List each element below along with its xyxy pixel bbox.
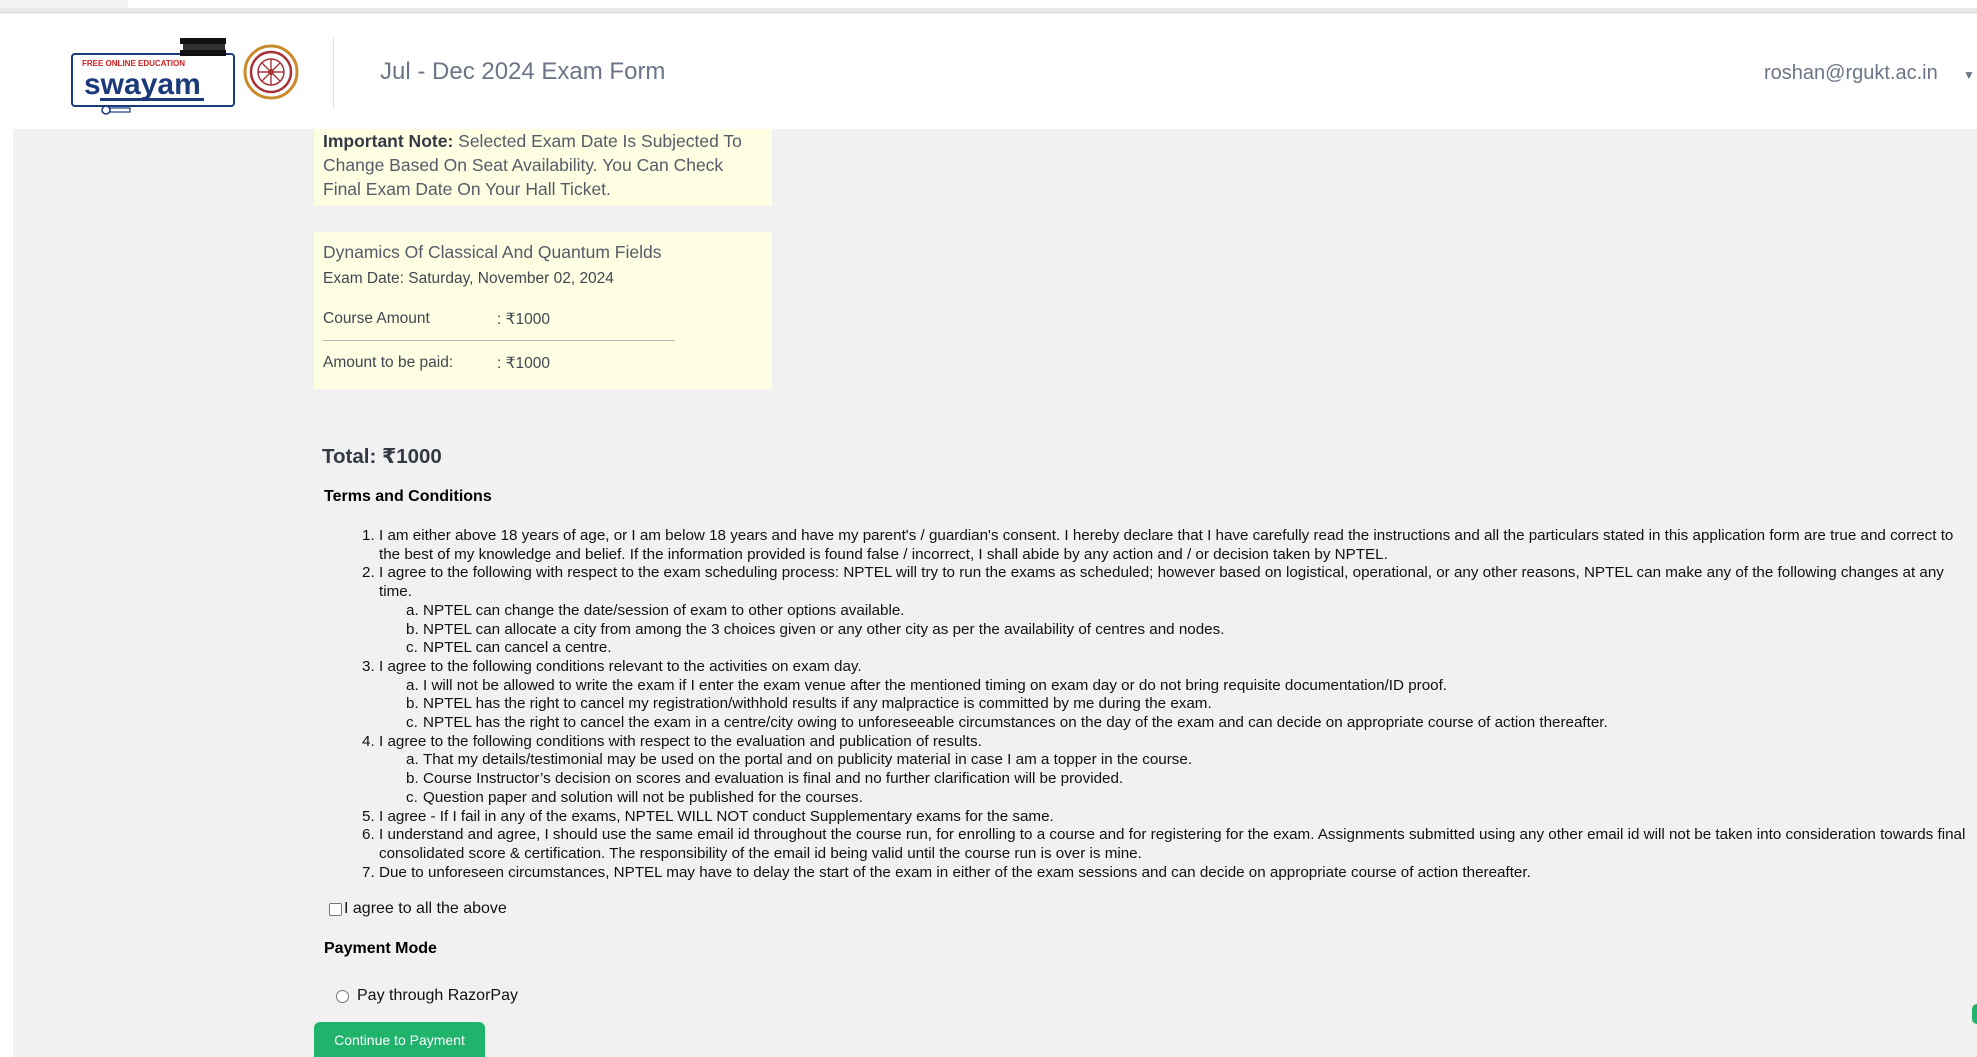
terms-subitem: c. NPTEL has the right to cancel the exam… xyxy=(324,714,1977,733)
left-gutter xyxy=(0,129,13,1057)
terms-subitem-number: a. xyxy=(406,601,419,619)
terms-subitem: a. That my details/testimonial may be use… xyxy=(324,751,1977,770)
continue-to-payment-button[interactable]: Continue to Payment xyxy=(314,1022,485,1057)
terms-item-number: 6. xyxy=(362,826,375,844)
terms-subitem-number: a. xyxy=(406,751,419,769)
terms-subitem: a. NPTEL can change the date/session of e… xyxy=(324,602,1977,621)
razorpay-option[interactable]: Pay through RazorPay xyxy=(336,987,518,1005)
terms-item: 2. I agree to the following with respect … xyxy=(324,564,1977,601)
logo-tagline: FREE ONLINE EDUCATION xyxy=(82,59,185,68)
terms-item: 7. Due to unforeseen circumstances, NPTEL… xyxy=(324,864,1977,883)
terms-subitem-text: That my details/testimonial may be used … xyxy=(423,751,1193,769)
terms-heading: Terms and Conditions xyxy=(324,488,492,505)
chat-widget-edge[interactable] xyxy=(1972,1004,1977,1024)
terms-item-number: 7. xyxy=(362,863,375,881)
emblem-icon xyxy=(243,44,299,100)
terms-subitem-number: c. xyxy=(406,714,418,732)
terms-list: 1. I am either above 18 years of age, or … xyxy=(324,527,1977,882)
terms-item-number: 4. xyxy=(362,732,375,750)
course-name: Dynamics Of Classical And Quantum Fields xyxy=(323,242,662,262)
terms-item-text: I agree to the following with respect to… xyxy=(379,564,1837,582)
terms-item-text: Due to unforeseen circumstances, NPTEL m… xyxy=(379,863,1531,881)
terms-subitem-number: c. xyxy=(406,788,418,806)
terms-subitem-text: Question paper and solution will not be … xyxy=(423,788,863,806)
terms-item-text: I agree to the following conditions rele… xyxy=(379,657,862,675)
terms-subitem-number: a. xyxy=(406,676,419,694)
amount-to-pay-value: : ₹1000 xyxy=(497,355,550,372)
razorpay-radio[interactable] xyxy=(336,989,349,1003)
agree-label[interactable]: I agree to all the above xyxy=(344,900,507,918)
page-title: Jul - Dec 2024 Exam Form xyxy=(380,58,666,85)
terms-item-number: 5. xyxy=(362,807,375,825)
user-menu[interactable]: roshan@rgukt.ac.in xyxy=(1764,62,1938,85)
terms-item: 4. I agree to the following conditions wi… xyxy=(324,733,1977,752)
terms-subitem-text: NPTEL has the right to cancel my registr… xyxy=(423,695,1212,713)
terms-subitem-text: I will not be allowed to write the exam … xyxy=(423,676,1448,694)
terms-subitem: a. I will not be allowed to write the exa… xyxy=(324,677,1977,696)
important-note: Important Note: Selected Exam Date Is Su… xyxy=(314,129,772,206)
terms-item-number: 1. xyxy=(362,527,375,544)
terms-subitem-number: b. xyxy=(406,695,419,713)
agree-row[interactable]: I agree to all the above xyxy=(329,900,507,918)
terms-item: 1. I am either above 18 years of age, or … xyxy=(324,527,1977,564)
address-bar-edge xyxy=(128,0,1977,8)
terms-subitem-text: Course Instructor’s decision on scores a… xyxy=(423,770,1124,788)
terms-item: 5. I agree - If I fail in any of the exam… xyxy=(324,808,1977,827)
amount-divider xyxy=(323,340,675,341)
terms-subitem-number: b. xyxy=(406,620,419,638)
header-divider xyxy=(333,38,334,108)
terms-subitem-text: NPTEL can allocate a city from among the… xyxy=(423,620,1225,638)
swayam-logo[interactable]: FREE ONLINE EDUCATION swayam xyxy=(70,36,236,116)
terms-item-number: 2. xyxy=(362,564,375,582)
terms-item: 6. I understand and agree, I should use t… xyxy=(324,826,1977,863)
terms-subitem: b. NPTEL has the right to cancel my regis… xyxy=(324,695,1977,714)
terms-subitem: c. NPTEL can cancel a centre. xyxy=(324,639,1977,658)
terms-subitem-text: NPTEL can cancel a centre. xyxy=(423,639,612,657)
exam-date: Exam Date: Saturday, November 02, 2024 xyxy=(323,270,614,287)
razorpay-label[interactable]: Pay through RazorPay xyxy=(357,987,518,1005)
logo-wordmark: swayam xyxy=(84,68,201,101)
terms-subitem-number: c. xyxy=(406,639,418,657)
terms-item: 3. I agree to the following conditions re… xyxy=(324,658,1977,677)
payment-mode-heading: Payment Mode xyxy=(324,940,437,957)
terms-subitem-number: b. xyxy=(406,770,419,788)
total-amount: Total: ₹1000 xyxy=(322,445,442,468)
terms-item-text: I agree - If I fail in any of the exams,… xyxy=(379,807,1054,825)
caret-down-icon[interactable]: ▼ xyxy=(1963,68,1975,82)
terms-item-text: I agree to the following conditions with… xyxy=(379,732,982,750)
browser-top-strip xyxy=(0,0,1977,13)
course-amount-label: Course Amount xyxy=(323,310,430,327)
terms-subitem-text: NPTEL can change the date/session of exa… xyxy=(423,601,905,619)
amount-to-pay-label: Amount to be paid: xyxy=(323,354,454,371)
terms-subitem: b. Course Instructor’s decision on scores… xyxy=(324,770,1977,789)
course-amount-value: : ₹1000 xyxy=(497,311,550,328)
browser-tab-edge xyxy=(0,0,128,8)
terms-subitem: c. Question paper and solution will not b… xyxy=(324,789,1977,808)
terms-subitem: b. NPTEL can allocate a city from among t… xyxy=(324,621,1977,640)
terms-item-text: I am either above 18 years of age, or I … xyxy=(379,527,1857,544)
note-label: Important Note: xyxy=(323,131,454,151)
terms-subitem-text: NPTEL has the right to cancel the exam i… xyxy=(423,714,1608,732)
site-header: FREE ONLINE EDUCATION swayam Jul - Dec 2… xyxy=(0,14,1977,129)
agree-checkbox[interactable] xyxy=(329,902,342,916)
course-card: Dynamics Of Classical And Quantum Fields… xyxy=(314,232,772,389)
terms-item-number: 3. xyxy=(362,657,375,675)
terms-item-text: I understand and agree, I should use the… xyxy=(379,826,1782,844)
